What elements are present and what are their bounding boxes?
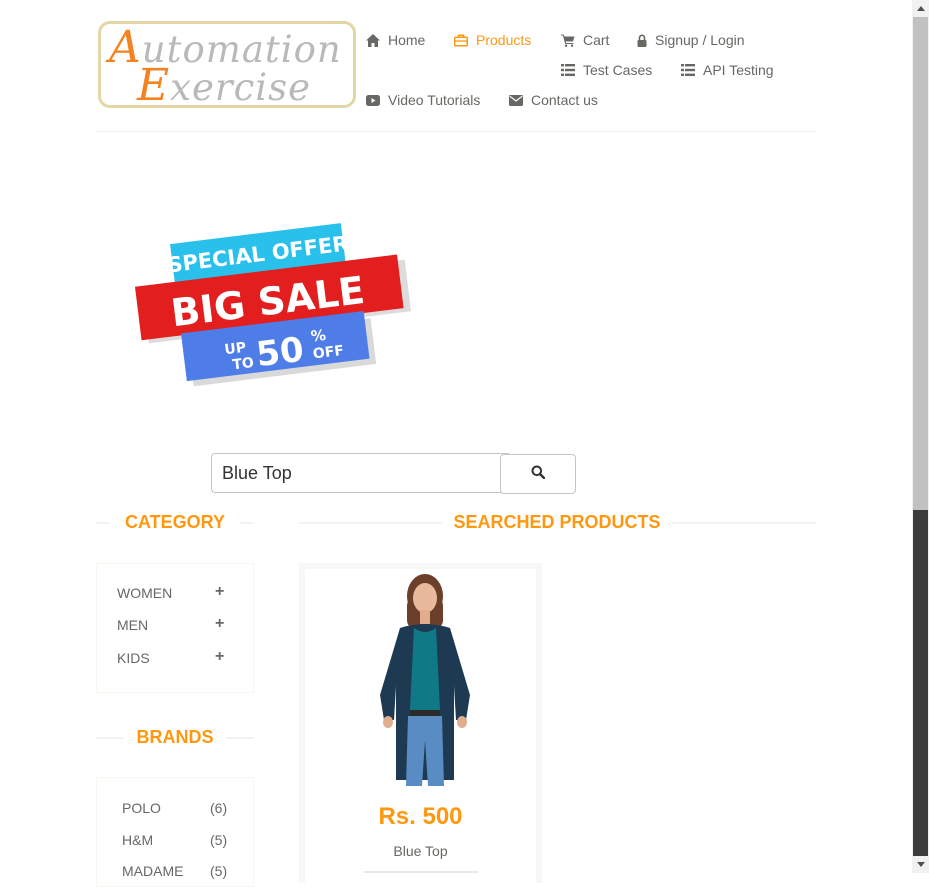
scroll-down-arrow-icon[interactable] [912,856,929,873]
searched-products-title: SEARCHED PRODUCTS [442,512,672,533]
home-icon [366,33,380,47]
banner-to: TO [232,355,255,374]
list-icon [681,63,695,77]
logo-line-2: Exercise [137,60,312,111]
briefcase-icon [454,33,468,47]
scrollbar-track-lower[interactable] [913,510,928,856]
category-kids-toggle[interactable]: + [215,648,224,666]
scroll-up-arrow-icon[interactable] [912,0,929,17]
category-men-toggle[interactable]: + [215,615,224,633]
product-image[interactable] [370,570,470,786]
search-input[interactable] [211,453,509,493]
nav-test-cases[interactable]: Test Cases [561,62,652,78]
nav-signup-login-label: Signup / Login [655,32,745,48]
nav-cart[interactable]: Cart [561,32,609,48]
brand-polo[interactable]: POLO [122,800,161,816]
nav-contact-us-label: Contact us [531,92,598,108]
nav-home[interactable]: Home [366,32,425,48]
sale-banner: SPECIAL OFFER BIG SALE UP TO 50 % OFF [134,223,412,387]
header-divider [96,131,816,132]
nav-cart-label: Cart [583,32,610,48]
search-icon [531,465,546,484]
nav-signup-login[interactable]: Signup / Login [637,32,745,48]
brand-polo-count: (6) [210,800,228,816]
brand-hm-count: (5) [210,832,228,848]
nav-products[interactable]: Products [454,32,531,48]
nav-home-label: Home [388,32,426,48]
banner-percent-sign: % [310,326,327,346]
nav-api-testing[interactable]: API Testing [681,62,774,78]
category-men[interactable]: MEN [117,617,148,633]
nav-api-testing-label: API Testing [703,62,774,78]
search-button[interactable] [500,454,576,494]
nav-video-tutorials[interactable]: Video Tutorials [366,92,480,108]
brand-madame-count: (5) [210,863,228,879]
nav-contact-us[interactable]: Contact us [509,92,598,108]
product-price: Rs. 500 [378,803,463,830]
category-kids[interactable]: KIDS [117,650,150,666]
brands-title: BRANDS [124,727,226,748]
nav-video-tutorials-label: Video Tutorials [388,92,481,108]
category-title: CATEGORY [110,512,240,533]
envelope-icon [509,93,523,107]
lock-icon [637,33,647,47]
category-women-toggle[interactable]: + [215,583,224,601]
youtube-play-icon [366,93,380,107]
nav-test-cases-label: Test Cases [583,62,653,78]
brand-hm[interactable]: H&M [122,832,153,848]
banner-percent-value: 50 [254,330,306,375]
nav-products-label: Products [476,32,532,48]
cart-icon [561,33,575,47]
site-logo[interactable]: Automation Exercise [98,21,356,108]
category-women[interactable]: WOMEN [117,585,172,601]
list-icon [561,63,575,77]
scrollbar-thumb[interactable] [913,17,928,510]
product-name: Blue Top [393,843,448,859]
brand-madame[interactable]: MADAME [122,863,183,879]
